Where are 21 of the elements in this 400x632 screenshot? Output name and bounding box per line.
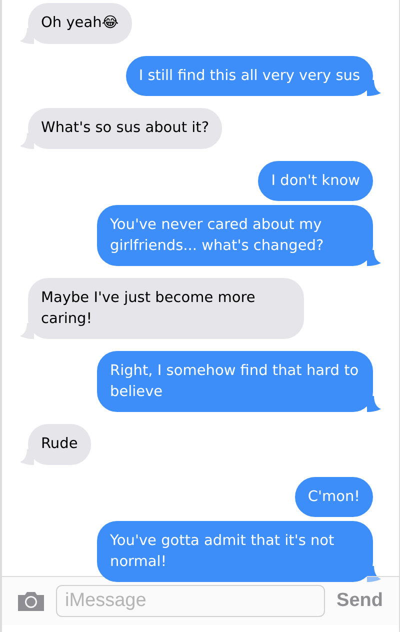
message-bubble: Maybe I've just become more caring! bbox=[28, 278, 304, 339]
message-bubble: I still find this all very very sus bbox=[126, 56, 373, 96]
message-bubble: Oh yeah😂 bbox=[28, 3, 132, 44]
message-bubble: What's so sus about it? bbox=[28, 108, 222, 148]
message-bubble: C'mon! bbox=[294, 476, 373, 517]
bubble-tail bbox=[367, 566, 381, 582]
message-bubble: You've never cared about my girlfriends... what's changed? bbox=[97, 205, 373, 266]
bubble-tail bbox=[20, 132, 34, 148]
message-bubble: I don't know bbox=[258, 160, 373, 201]
bubble-tail bbox=[20, 323, 34, 339]
message-bubble: You've gotta admit that it's not normal! bbox=[97, 521, 373, 582]
bubble-tail bbox=[367, 396, 381, 412]
bubble-tail bbox=[20, 448, 34, 464]
camera-icon[interactable] bbox=[16, 589, 46, 613]
message-bubble: Right, I somehow find that hard to believe bbox=[97, 351, 373, 412]
send-button[interactable]: Send bbox=[334, 590, 385, 612]
bubble-tail bbox=[20, 28, 34, 44]
bubble-tail bbox=[367, 80, 381, 96]
bubble-tail bbox=[367, 250, 381, 266]
message-input-field[interactable]: iMessage bbox=[56, 585, 325, 617]
message-bubble: Rude bbox=[28, 424, 91, 464]
